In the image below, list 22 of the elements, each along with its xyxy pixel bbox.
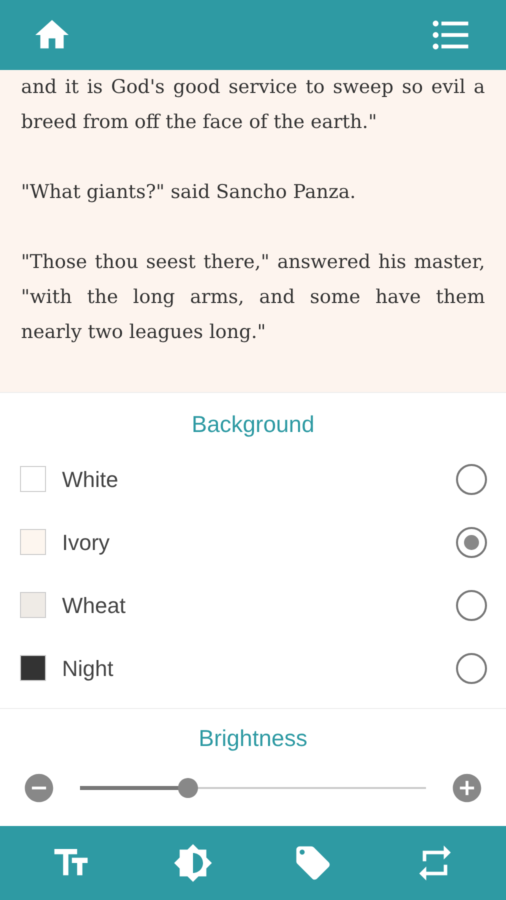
background-option[interactable]: Ivory xyxy=(0,510,506,574)
option-label: Wheat xyxy=(62,592,127,620)
radio-button[interactable] xyxy=(456,652,487,684)
radio-button[interactable] xyxy=(456,590,487,620)
option-label: Ivory xyxy=(62,528,111,557)
background-option[interactable]: Wheat xyxy=(0,574,506,636)
slider[interactable] xyxy=(80,778,426,798)
paragraph: "Those thou seest there," answered his master, "with the long arms, and some have them nearly two leagues long." xyxy=(21,250,485,345)
option-label: White xyxy=(62,466,120,494)
section-title: Background xyxy=(190,410,316,439)
option-label: Night xyxy=(62,654,114,683)
decrease-button[interactable] xyxy=(22,771,56,805)
increase-button[interactable] xyxy=(450,771,484,805)
paragraph: and it is God's good service to sweep so evil a breed from off the face of the earth." xyxy=(21,75,485,135)
paragraph: "What giants?" said Sancho Panza. xyxy=(21,180,357,205)
brightness-icon[interactable] xyxy=(172,843,213,883)
radio-button[interactable] xyxy=(456,526,487,558)
section-title: Brightness xyxy=(198,724,308,753)
slider-thumb[interactable] xyxy=(178,778,198,798)
background-option[interactable]: White xyxy=(0,448,506,510)
background-option[interactable]: Night xyxy=(0,636,506,700)
radio-button[interactable] xyxy=(456,464,487,494)
